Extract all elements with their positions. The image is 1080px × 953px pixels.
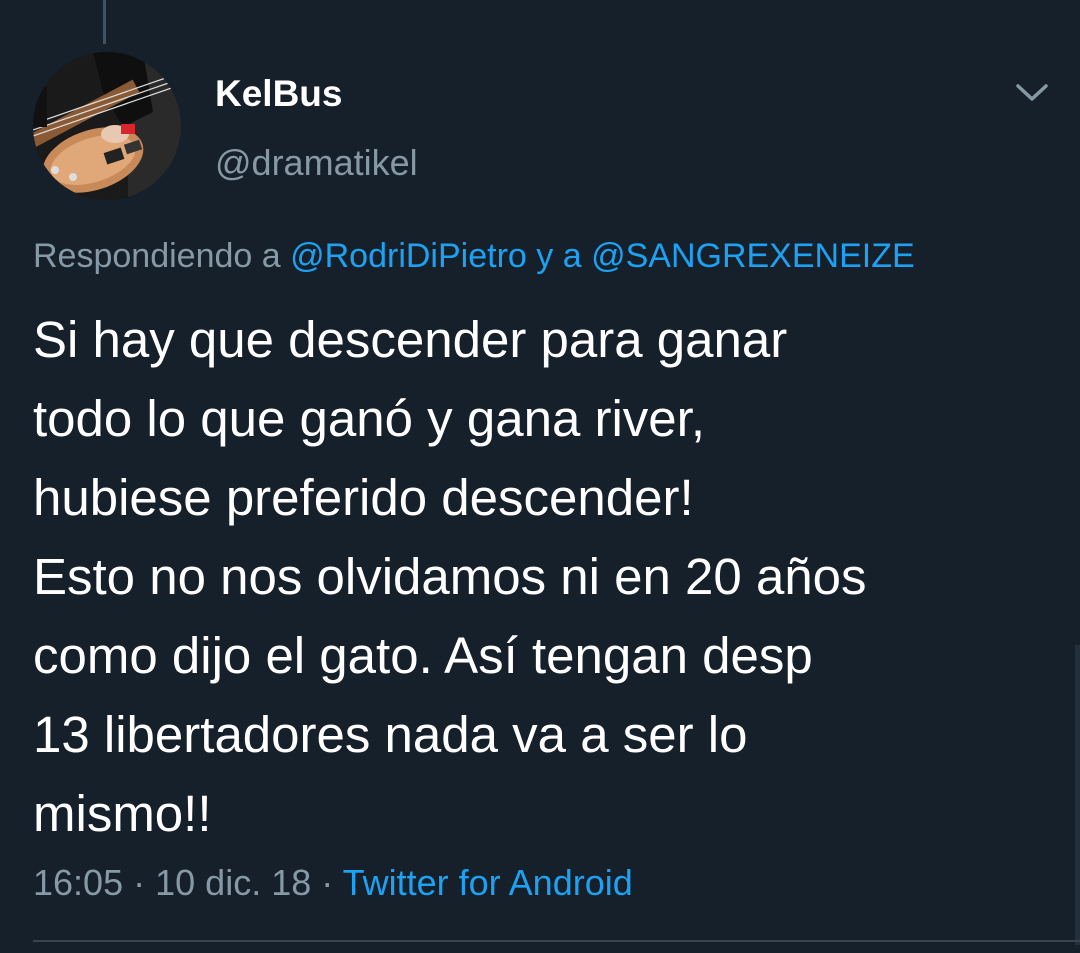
avatar[interactable]	[33, 52, 181, 200]
tweet-text-line: como dijo el gato. Así tengan desp	[33, 627, 813, 684]
tweet-source-link[interactable]: Twitter for Android	[343, 862, 633, 903]
tweet-date: 10 dic. 18	[155, 862, 312, 903]
chevron-down-icon[interactable]	[1010, 76, 1054, 110]
tweet-text-line: 13 libertadores nada va a ser lo	[33, 706, 748, 763]
display-name[interactable]: KelBus	[215, 73, 342, 115]
tweet-time: 16:05	[33, 862, 124, 903]
divider	[33, 940, 1080, 942]
tweet-text-line: Esto no nos olvidamos ni en 20 años	[33, 548, 867, 605]
tweet-text-line: hubiese preferido descender!	[33, 469, 694, 526]
replying-to: Respondiendo a @RodriDiPietro y a @SANGR…	[33, 237, 915, 276]
tweet-metadata: 16:05 · 10 dic. 18 · Twitter for Android	[33, 862, 633, 904]
mention-link-rodridipietro[interactable]: @RodriDiPietro	[290, 237, 527, 275]
scrollbar[interactable]	[1075, 645, 1080, 945]
thread-connector-line	[103, 0, 106, 44]
tweet-text-line: Si hay que descender para ganar	[33, 311, 788, 368]
user-handle[interactable]: @dramatikel	[215, 142, 418, 184]
tweet-text-line: todo lo que ganó y gana river,	[33, 390, 705, 447]
tweet-detail: KelBus @dramatikel Respondiendo a @Rodri…	[0, 0, 1080, 953]
avatar-guitar-photo	[33, 52, 181, 200]
meta-separator: ·	[321, 862, 334, 903]
replying-to-label: Respondiendo a	[33, 237, 281, 275]
meta-separator: ·	[133, 862, 146, 903]
tweet-text: Si hay que descender para ganar todo lo …	[33, 300, 1043, 853]
tweet-text-line: mismo!!	[33, 785, 212, 842]
replying-to-joiner[interactable]: y a	[536, 237, 581, 275]
mention-link-sangrexeneize[interactable]: @SANGREXENEIZE	[591, 237, 915, 275]
